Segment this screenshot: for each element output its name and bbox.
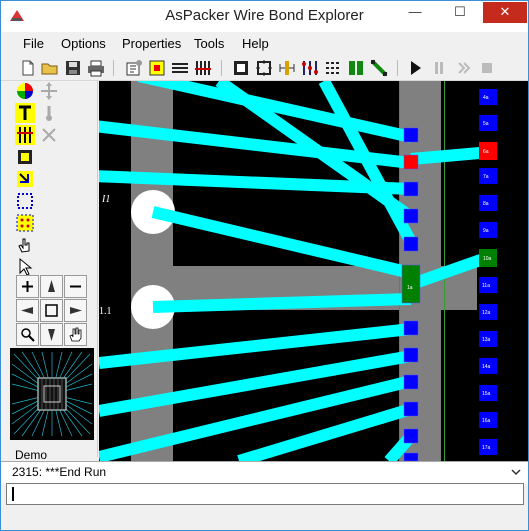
menu-options[interactable]: Options: [61, 36, 106, 51]
status-message: 2315: ***End Run: [12, 465, 107, 479]
title-bar[interactable]: AsPacker Wire Bond Explorer — ☐ ✕: [1, 1, 528, 32]
zoom-out-icon[interactable]: [64, 275, 87, 298]
delete-tool-icon[interactable]: [39, 125, 59, 145]
right-pad-label: 14a: [482, 364, 491, 370]
right-pad-label: 5a: [483, 121, 489, 127]
right-pad-label: 8a: [483, 201, 489, 207]
right-pad-label: 4a: [483, 95, 489, 101]
bond-pad-green: [401, 264, 421, 304]
wire-bundle-icon[interactable]: [170, 58, 190, 78]
columns-tool-icon[interactable]: [15, 125, 35, 145]
pad-select-icon[interactable]: [15, 213, 35, 233]
via-label-upper: I1: [101, 194, 110, 205]
right-pad-label: 15a: [482, 391, 491, 397]
zoom-window-icon[interactable]: [16, 323, 39, 346]
open-folder-icon[interactable]: [40, 58, 60, 78]
hand-pointer-icon[interactable]: [15, 235, 35, 255]
right-pad-label: 16a: [482, 418, 491, 424]
route-icon[interactable]: [369, 58, 389, 78]
bond-fingers-icon[interactable]: [193, 58, 213, 78]
pan-down-icon[interactable]: [40, 323, 63, 346]
window-bottom: [1, 505, 528, 530]
via-label-lower: 1.1: [99, 306, 112, 317]
bond-tool-icon[interactable]: [15, 169, 35, 189]
bond-pad: [403, 401, 419, 417]
right-pad-label: 9a: [483, 228, 489, 234]
right-pad-label: 17a: [482, 445, 491, 451]
arrow-pointer-icon[interactable]: [15, 257, 35, 277]
bond-pad: [403, 320, 419, 336]
new-file-icon[interactable]: [18, 58, 38, 78]
bond-pad-red: [403, 154, 419, 170]
grid-icon[interactable]: [323, 58, 343, 78]
toolbar: [1, 56, 528, 81]
preview-label: Demo: [15, 448, 48, 462]
bond-pad: [403, 127, 419, 143]
run-icon[interactable]: [405, 58, 425, 78]
die-outline-icon[interactable]: [254, 58, 274, 78]
bond-pad: [403, 347, 419, 363]
right-pad-label: 11a: [482, 283, 490, 289]
select-box-icon[interactable]: [15, 191, 35, 211]
menu-file[interactable]: File: [23, 36, 44, 51]
menu-tools[interactable]: Tools: [194, 36, 224, 51]
toolbar-separator: [397, 60, 398, 76]
select-die-icon[interactable]: [231, 58, 251, 78]
toolbar-separator: [113, 60, 114, 76]
close-button[interactable]: ✕: [483, 2, 527, 23]
pan-left-icon[interactable]: [16, 299, 39, 322]
minimize-button[interactable]: —: [393, 2, 437, 23]
main-window: AsPacker Wire Bond Explorer — ☐ ✕ File O…: [0, 0, 529, 531]
menu-bar: File Options Properties Tools Help: [1, 33, 528, 55]
chevron-down-icon[interactable]: [510, 466, 522, 478]
menu-properties[interactable]: Properties: [122, 36, 181, 51]
properties-icon[interactable]: [124, 58, 144, 78]
tool-palette: Demo: [1, 81, 98, 462]
right-pad-label: 7a: [483, 174, 489, 180]
pan-right-icon[interactable]: [64, 299, 87, 322]
wire-bond-diagram: I1 1.1 1a 4a 5a 6a 7a 8a 9a 10a 11a 12a …: [99, 81, 528, 461]
menu-help[interactable]: Help: [242, 36, 269, 51]
toolbar-separator: [221, 60, 222, 76]
text-tool-icon[interactable]: [15, 103, 35, 123]
step-icon[interactable]: [453, 58, 473, 78]
right-pad-label: 10a: [483, 256, 492, 262]
right-pad-label: 12a: [482, 310, 491, 316]
right-pad-label: 13a: [482, 337, 491, 343]
green-pad-label: 1a: [407, 285, 413, 291]
overview-diagram: [11, 351, 93, 437]
grab-icon[interactable]: [64, 323, 87, 346]
pin-tool-icon[interactable]: [39, 103, 59, 123]
bond-pad: [403, 181, 419, 197]
bond-pad: [403, 452, 419, 461]
wire-bond-canvas[interactable]: I1 1.1 1a 4a 5a 6a 7a 8a 9a 10a 11a 12a …: [99, 81, 528, 461]
measure-icon[interactable]: [277, 58, 297, 78]
fit-view-icon[interactable]: [40, 299, 63, 322]
text-caret: [12, 487, 14, 501]
overview-thumbnail[interactable]: [10, 348, 94, 440]
save-icon[interactable]: [63, 58, 83, 78]
align-icon[interactable]: [300, 58, 320, 78]
right-pad-label: 6a: [483, 149, 489, 155]
bond-wire: [152, 293, 412, 313]
command-input[interactable]: [6, 483, 524, 505]
bond-pad: [403, 374, 419, 390]
pan-up-icon[interactable]: [40, 275, 63, 298]
bond-pad: [403, 428, 419, 444]
pause-icon[interactable]: [429, 58, 449, 78]
color-wheel-icon[interactable]: [15, 81, 35, 101]
stop-icon[interactable]: [477, 58, 497, 78]
chip-tool-icon[interactable]: [15, 147, 35, 167]
print-icon[interactable]: [86, 58, 106, 78]
move-icon[interactable]: [39, 81, 59, 101]
bond-pad: [403, 208, 419, 224]
status-dropdown[interactable]: 2315: ***End Run: [1, 461, 528, 484]
maximize-button[interactable]: ☐: [438, 2, 482, 23]
green-column-icon[interactable]: [346, 58, 366, 78]
bond-pad: [403, 236, 419, 252]
add-pad-icon[interactable]: [147, 58, 167, 78]
zoom-in-icon[interactable]: [16, 275, 39, 298]
